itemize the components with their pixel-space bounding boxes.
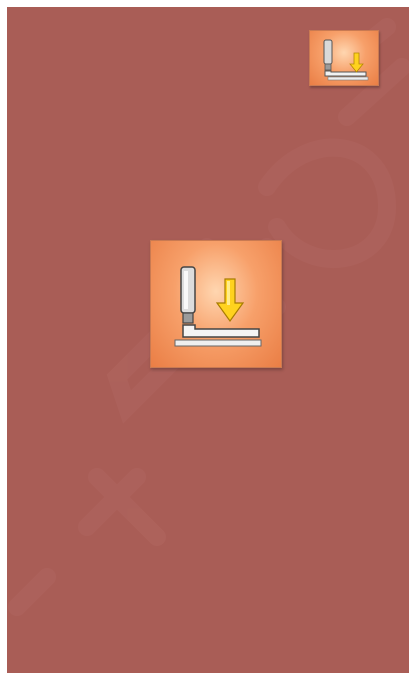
presser-foot-lower-icon [310,31,378,85]
presser-foot-lower-icon [151,241,281,367]
presser-foot-lower-large-button[interactable] [150,240,282,368]
presser-foot-lower-small-button[interactable] [309,30,379,86]
main-screen [7,7,409,673]
